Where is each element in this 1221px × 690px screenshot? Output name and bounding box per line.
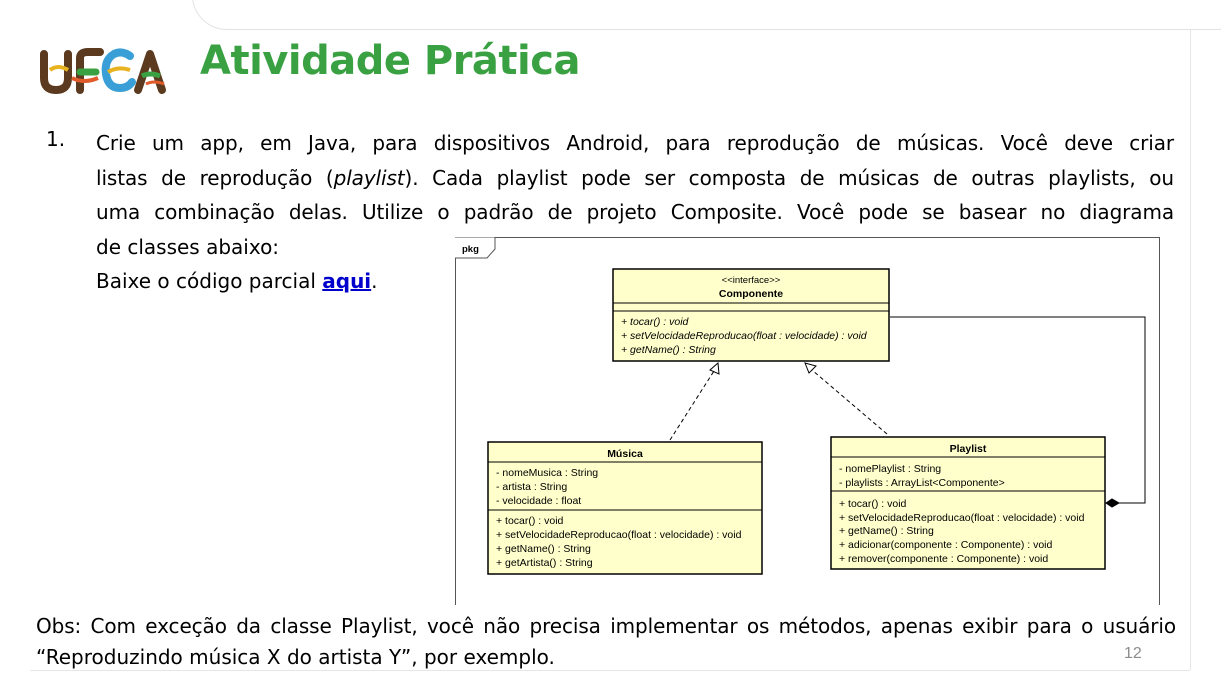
realization-musica-line <box>669 370 715 441</box>
page-number: 12 <box>1124 645 1142 662</box>
item-line-1: Crie um app, em Java, para dispositivos … <box>96 131 1174 155</box>
playlist-attribute: - playlists : ArrayList<Componente> <box>839 477 1005 489</box>
slide: Atividade Prática 1. Crie um app, em Jav… <box>0 0 1221 690</box>
decorative-border-right <box>1190 30 1191 670</box>
download-suffix: . <box>371 269 378 293</box>
componente-method: + setVelocidadeReproducao(float : veloci… <box>621 330 868 342</box>
slide-title: Atividade Prática <box>200 38 580 84</box>
package-label: pkg <box>462 244 479 255</box>
musica-method: + tocar() : void <box>496 515 564 527</box>
obs-line-2: “Reproduzindo música X do artista Y”, po… <box>36 645 555 669</box>
composition-diamond <box>1105 498 1121 508</box>
item-line-3: uma combinação delas. Utilize o padrão d… <box>96 200 1174 224</box>
download-prefix: Baixe o código parcial <box>96 269 323 293</box>
musica-attribute: - velocidade : float <box>496 495 581 507</box>
playlist-name: Playlist <box>950 443 987 455</box>
playlist-attribute: - nomePlaylist : String <box>839 463 941 475</box>
item-line-2: listas de reprodução (playlist). Cada pl… <box>96 161 1174 196</box>
realization-musica-arrowhead <box>709 361 720 375</box>
item-line-2-end: ). Cada playlist pode ser composta de mú… <box>404 165 1175 190</box>
componente-method: + getName() : String <box>621 344 716 356</box>
observation-note: Obs: Com exceção da classe Playlist, voc… <box>36 611 1176 673</box>
playlist-method: + setVelocidadeReproducao(float : veloci… <box>839 512 1085 524</box>
decorative-arc <box>192 0 1221 30</box>
obs-line-1: Obs: Com exceção da classe Playlist, voc… <box>36 614 1176 638</box>
playlist-method: + tocar() : void <box>839 498 907 510</box>
componente-stereotype: <<interface>> <box>722 275 781 286</box>
playlist-method: + remover(componente : Componente) : voi… <box>839 553 1048 565</box>
uml-class-diagram: pkg <<interface>> Componente + tocar() :… <box>455 237 1146 575</box>
playlist-italic: playlist <box>333 165 405 190</box>
musica-method: + getArtista() : String <box>496 557 593 569</box>
download-link[interactable]: aqui <box>322 269 371 293</box>
componente-method: + tocar() : void <box>621 316 690 328</box>
class-playlist: Playlist - nomePlaylist : String - playl… <box>830 436 1106 570</box>
list-item-number: 1. <box>46 127 66 151</box>
playlist-method: + adicionar(componente : Componente) : v… <box>839 539 1052 551</box>
musica-attribute: - nomeMusica : String <box>496 467 598 479</box>
class-musica: Música - nomeMusica : String - artista :… <box>487 441 763 575</box>
musica-method: + getName() : String <box>496 543 591 555</box>
realization-playlist-line <box>811 369 888 435</box>
musica-name: Música <box>607 448 643 460</box>
realization-playlist-arrowhead <box>804 362 817 374</box>
ufca-logo <box>38 44 170 96</box>
musica-attribute: - artista : String <box>496 481 567 493</box>
componente-name: Componente <box>719 288 783 300</box>
class-componente: <<interface>> Componente + tocar() : voi… <box>612 268 890 362</box>
ufca-logo-mark <box>40 48 166 95</box>
musica-method: + setVelocidadeReproducao(float : veloci… <box>496 529 742 541</box>
playlist-method: + getName() : String <box>839 525 934 537</box>
item-line-2-start: listas de reprodução ( <box>96 165 334 190</box>
